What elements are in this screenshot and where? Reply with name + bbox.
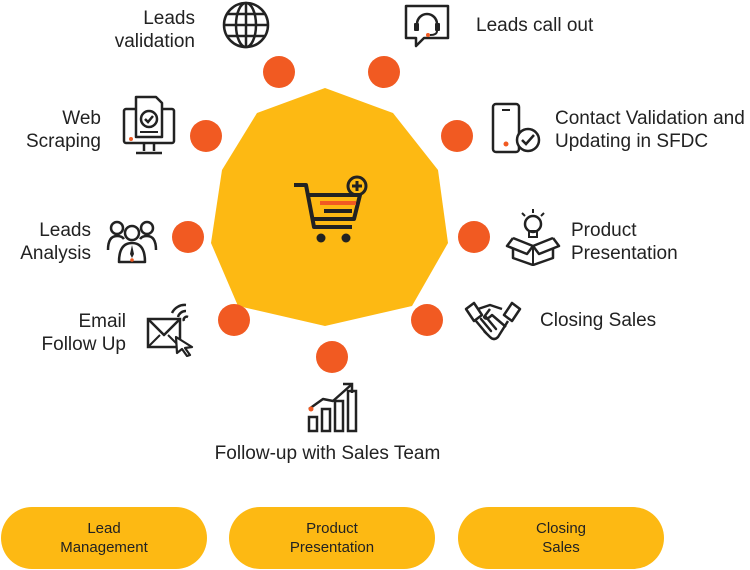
node-label-web-scraping: Web Scraping [26,108,101,152]
node-dot-leads-analysis [172,221,204,253]
globe-icon [222,1,270,49]
node-dot-web-scraping [190,120,222,152]
headset-chat-icon [404,4,450,48]
pill-closing-sales: Closing Sales [458,507,664,569]
shopping-cart-plus-icon [294,175,368,243]
node-dot-leads-validation [263,56,295,88]
node-label-contact-validation: Contact Validation and Updating in SFDC [555,108,745,152]
node-dot-contact-validation [441,120,473,152]
node-dot-follow-up-sales-team [316,341,348,373]
pill-lead-management: Lead Management [1,507,207,569]
handshake-icon [464,301,522,341]
box-lightbulb-icon [505,209,561,266]
node-dot-email-follow-up [218,304,250,336]
email-cursor-icon [146,303,194,357]
node-label-leads-validation: Leads validation [114,8,195,52]
monitor-document-check-icon [122,95,176,155]
node-label-leads-call-out: Leads call out [476,15,594,36]
node-label-closing-sales: Closing Sales [540,310,657,331]
node-label-email-follow-up: Email Follow Up [41,311,126,355]
node-dot-closing-sales [411,304,443,336]
pill-product-presentation: Product Presentation [229,507,435,569]
node-dot-product-presentation [458,221,490,253]
node-label-product-presentation: Product Presentation [571,220,678,264]
node-label-follow-up-sales-team: Follow-up with Sales Team [214,443,441,464]
growth-bar-chart-icon [307,382,358,433]
mobile-check-icon [491,102,541,154]
node-dot-leads-call-out [368,56,400,88]
group-users-icon [106,220,158,264]
node-label-leads-analysis: Leads Analysis [20,220,91,264]
